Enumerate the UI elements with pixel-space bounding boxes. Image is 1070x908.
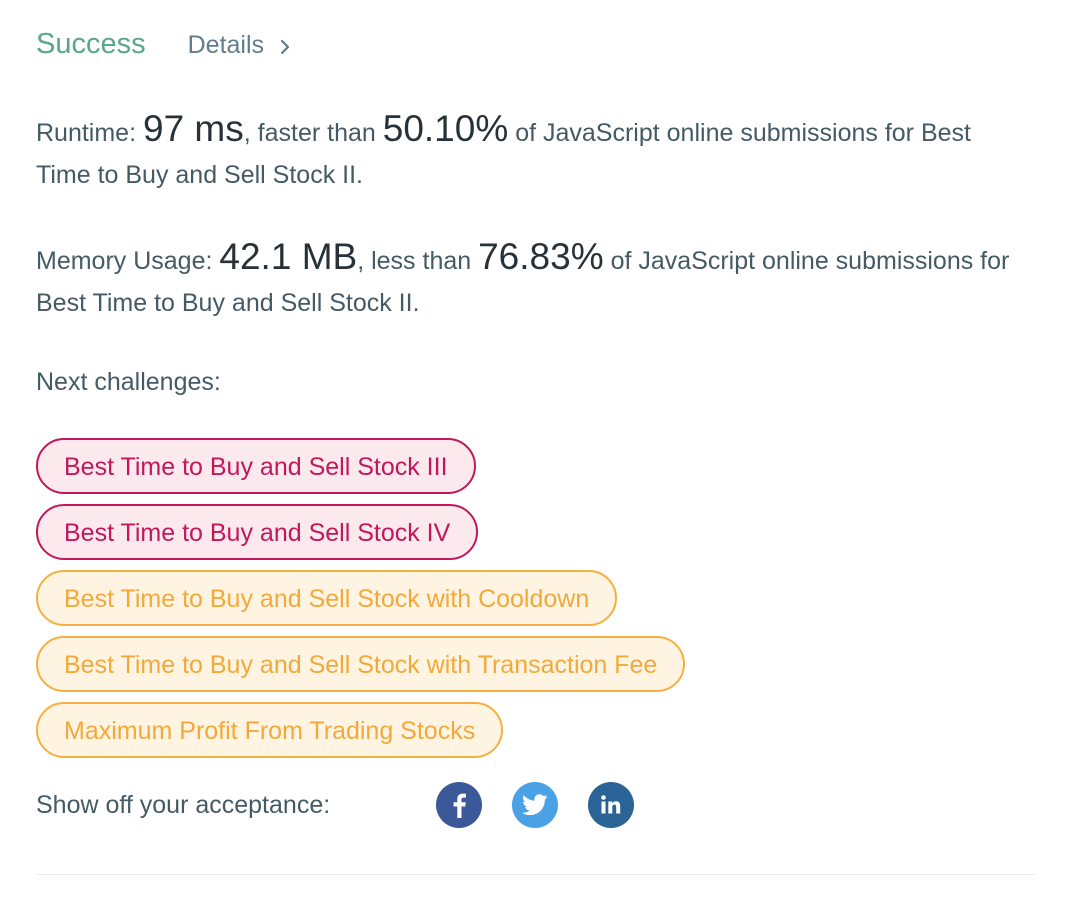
challenge-chip[interactable]: Best Time to Buy and Sell Stock with Coo… <box>36 570 618 626</box>
next-challenges-label: Next challenges: <box>36 368 221 396</box>
memory-percent: 76.83% <box>478 236 604 277</box>
challenge-chip[interactable]: Best Time to Buy and Sell Stock with Tra… <box>36 636 686 692</box>
runtime-label: Runtime: <box>36 119 137 147</box>
divider <box>36 874 1036 875</box>
runtime-summary: Runtime: 97 ms, faster than 50.10% of Ja… <box>36 108 1026 196</box>
facebook-icon[interactable] <box>436 782 482 828</box>
details-label: Details <box>187 31 265 59</box>
runtime-comparison: , faster than <box>243 119 376 147</box>
details-link[interactable]: Details <box>188 31 294 60</box>
runtime-percent: 50.10% <box>382 108 509 149</box>
result-header: Success Details <box>36 28 294 61</box>
twitter-icon[interactable] <box>512 782 558 828</box>
share-row: Show off your acceptance: <box>36 782 664 828</box>
status-label: Success <box>36 28 146 60</box>
next-challenges-list: Best Time to Buy and Sell Stock III Best… <box>36 438 686 768</box>
memory-comparison: , less than <box>357 247 472 275</box>
memory-summary: Memory Usage: 42.1 MB, less than 76.83% … <box>36 236 1026 324</box>
chevron-right-icon <box>280 39 290 54</box>
challenge-chip[interactable]: Best Time to Buy and Sell Stock IV <box>36 504 479 560</box>
runtime-value: 97 ms <box>143 108 244 149</box>
memory-label: Memory Usage: <box>36 247 213 275</box>
challenge-chip[interactable]: Maximum Profit From Trading Stocks <box>36 702 504 758</box>
share-label: Show off your acceptance: <box>36 790 331 819</box>
linkedin-icon[interactable] <box>588 782 634 828</box>
memory-value: 42.1 MB <box>219 236 358 277</box>
challenge-chip[interactable]: Best Time to Buy and Sell Stock III <box>36 438 476 494</box>
